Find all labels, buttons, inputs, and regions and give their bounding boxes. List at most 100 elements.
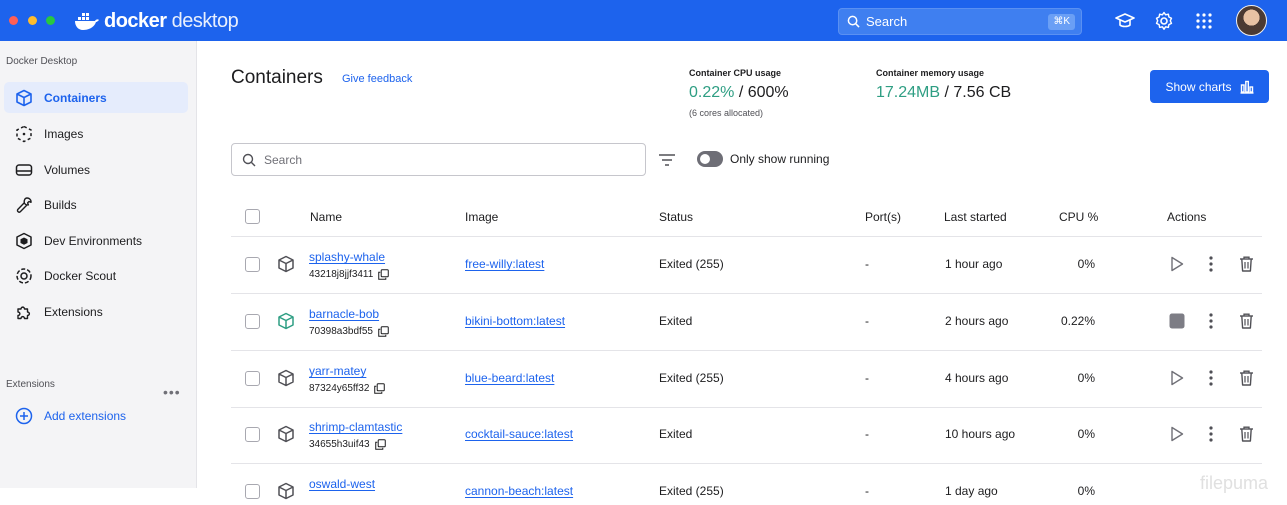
column-header-image[interactable]: Image (465, 210, 498, 224)
trash-icon (1239, 370, 1254, 386)
sidebar-item-dev-environments[interactable]: Dev Environments (4, 225, 188, 256)
status-text: Exited (255) (659, 371, 724, 385)
container-id-text: 34655h3uif43 (309, 439, 370, 450)
row-checkbox[interactable] (245, 484, 260, 499)
image-link[interactable]: cannon-beach:latest (465, 484, 573, 498)
delete-button[interactable] (1236, 424, 1256, 444)
column-header-name[interactable]: Name (310, 210, 342, 224)
container-name-link[interactable]: shrimp-clamtastic (309, 420, 402, 434)
more-actions-button[interactable] (1201, 254, 1221, 274)
sidebar-item-docker-scout[interactable]: Docker Scout (4, 260, 188, 291)
status-text: Exited (255) (659, 484, 724, 498)
row-checkbox[interactable] (245, 427, 260, 442)
stop-button[interactable] (1167, 311, 1187, 331)
container-name-link[interactable]: splashy-whale (309, 250, 385, 264)
column-header-ports[interactable]: Port(s) (865, 210, 901, 224)
show-charts-label: Show charts (1165, 79, 1232, 94)
container-icon (14, 88, 34, 108)
learning-center-button[interactable] (1113, 9, 1137, 33)
sidebar-item-volumes[interactable]: Volumes (4, 154, 188, 185)
sidebar-item-builds[interactable]: Builds (4, 189, 188, 220)
row-checkbox[interactable] (245, 314, 260, 329)
trash-icon (1239, 426, 1254, 442)
builds-icon (14, 195, 34, 215)
last-started-text: 4 hours ago (945, 371, 1009, 385)
select-all-checkbox[interactable] (245, 209, 260, 224)
container-name-link[interactable]: oswald-west (309, 477, 375, 491)
more-actions-button[interactable] (1201, 368, 1221, 388)
more-actions-button[interactable] (1201, 311, 1221, 331)
watermark: filepuma (1200, 473, 1269, 493)
close-window-button[interactable] (9, 16, 18, 25)
delete-button[interactable] (1236, 368, 1256, 388)
copy-icon[interactable] (378, 326, 389, 337)
give-feedback-link[interactable]: Give feedback (342, 73, 412, 85)
row-divider (231, 293, 1262, 294)
row-divider (231, 350, 1262, 351)
memory-usage-label: Container memory usage (876, 68, 985, 78)
copy-icon[interactable] (374, 439, 386, 450)
image-link[interactable]: blue-beard:latest (465, 371, 554, 385)
filter-button[interactable] (657, 151, 677, 169)
gear-icon (1155, 11, 1173, 30)
ports-text: - (865, 427, 869, 441)
settings-button[interactable] (1152, 9, 1176, 33)
more-actions-button[interactable] (1201, 424, 1221, 444)
only-running-toggle[interactable] (697, 151, 723, 167)
image-link[interactable]: bikini-bottom:latest (465, 314, 565, 328)
app-title: docker desktop (104, 9, 239, 32)
global-search[interactable]: Search ⌘K (838, 8, 1082, 35)
search-shortcut: ⌘K (1048, 14, 1075, 30)
cpu-text: 0% (1077, 371, 1095, 385)
start-button[interactable] (1167, 424, 1187, 444)
start-button[interactable] (1167, 254, 1187, 274)
cpu-text: 0% (1077, 427, 1095, 441)
show-charts-button[interactable]: Show charts (1150, 70, 1269, 103)
trash-icon (1239, 256, 1254, 272)
column-header-last-started[interactable]: Last started (944, 210, 1007, 224)
search-icon (847, 15, 860, 28)
volumes-icon (14, 160, 34, 180)
container-icon (276, 481, 296, 501)
cpu-text: 0% (1077, 257, 1095, 271)
sidebar-item-images[interactable]: Images (4, 118, 188, 149)
kebab-icon (1209, 256, 1213, 272)
memory-usage-value: 17.24MB / 7.56 CB (876, 84, 1012, 101)
last-started-text: 10 hours ago (945, 427, 1016, 441)
column-header-cpu[interactable]: CPU % (1059, 210, 1098, 224)
sidebar-item-label: Dev Environments (44, 233, 143, 248)
container-name-link[interactable]: barnacle-bob (309, 307, 379, 321)
add-extensions-button[interactable]: Add extensions (4, 401, 126, 431)
container-name-link[interactable]: yarr-matey (309, 364, 366, 378)
image-link[interactable]: cocktail-sauce:latest (465, 427, 573, 441)
copy-icon[interactable] (378, 269, 390, 280)
sidebar-item-containers[interactable]: Containers (4, 82, 188, 113)
container-id-text: 43218j8jjf3411 (309, 269, 374, 280)
container-id: 70398a3bdf55 (309, 326, 389, 337)
ports-text: - (865, 257, 869, 271)
page-title: Containers (231, 67, 323, 88)
sidebar-item-extensions[interactable]: Extensions (4, 296, 188, 327)
extensions-more-button[interactable]: ••• (163, 384, 181, 400)
last-started-text: 1 day ago (945, 484, 998, 498)
delete-button[interactable] (1236, 311, 1256, 331)
zoom-window-button[interactable] (46, 16, 55, 25)
kebab-icon (1209, 313, 1213, 329)
container-search[interactable] (231, 143, 646, 176)
row-checkbox[interactable] (245, 257, 260, 272)
docker-whale-icon (75, 13, 99, 30)
cpu-usage-value: 0.22% / 600% (689, 84, 789, 101)
minimize-window-button[interactable] (28, 16, 37, 25)
copy-icon[interactable] (374, 383, 386, 394)
extensions-grid-button[interactable] (1192, 9, 1216, 33)
start-button[interactable] (1167, 368, 1187, 388)
column-header-status[interactable]: Status (659, 210, 693, 224)
image-link[interactable]: free-willy:latest (465, 257, 544, 271)
row-checkbox[interactable] (245, 371, 260, 386)
avatar[interactable] (1236, 5, 1267, 36)
dev-environments-icon (14, 231, 34, 251)
delete-button[interactable] (1236, 254, 1256, 274)
status-text: Exited (659, 314, 693, 328)
global-search-label: Search (866, 14, 908, 29)
search-input[interactable] (262, 151, 622, 168)
